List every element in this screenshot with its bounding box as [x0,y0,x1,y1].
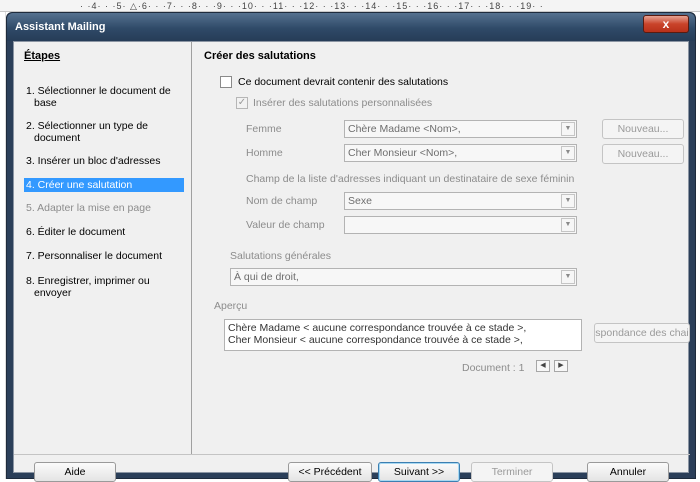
chevron-down-icon: ▼ [561,194,575,208]
window-title: Assistant Mailing [15,21,106,33]
preview-line-1: Chère Madame < aucune correspondance tro… [228,322,527,334]
salutation-panel: Créer des salutations Ce document devrai… [204,42,690,454]
step-personalize-document[interactable]: 7. Personnaliser le document [24,249,184,263]
next-document-button[interactable]: ▶ [554,360,568,372]
field-value-dropdown[interactable]: ▼ [344,216,577,234]
next-button[interactable]: Suivant >> [378,462,460,482]
previous-document-button[interactable]: ◀ [536,360,550,372]
preview-label: Aperçu [214,300,248,312]
field-caption: Champ de la liste d'adresses indiquant u… [246,173,575,185]
preview-box: Chère Madame < aucune correspondance tro… [224,319,582,351]
chevron-down-icon: ▼ [561,270,575,284]
step-label: 7. Personnaliser le document [26,250,162,262]
chevron-down-icon: ▼ [561,122,575,136]
femme-label: Femme [246,123,282,135]
steps-panel: Étapes 1. Sélectionner le document de ba… [14,42,192,454]
match-fields-button[interactable]: spondance des chai [594,323,690,343]
contains-salutations-checkbox[interactable] [220,76,232,88]
chevron-down-icon: ▼ [561,218,575,232]
field-value-label: Valeur de champ [246,219,325,231]
chevron-down-icon: ▼ [561,146,575,160]
previous-button[interactable]: << Précédent [288,462,372,482]
page-title: Créer des salutations [204,50,316,62]
femme-new-button[interactable]: Nouveau... [602,119,684,139]
step-label-line2: envoyer [34,287,72,299]
step-select-document-type[interactable]: 2. Sélectionner un type de document [24,119,184,145]
general-salutation-label: Salutations générales [230,250,331,262]
step-edit-document[interactable]: 6. Éditer le document [24,225,184,239]
step-create-salutation[interactable]: 4. Créer une salutation [24,178,184,192]
close-button[interactable]: x [643,15,689,33]
field-name-label: Nom de champ [246,195,318,207]
close-icon: x [662,17,670,31]
field-name-dropdown[interactable]: Sexe ▼ [344,192,577,210]
title-bar[interactable]: Assistant Mailing x [7,13,695,41]
step-insert-address-block[interactable]: 3. Insérer un bloc d'adresses [24,154,184,168]
homme-salutation-dropdown[interactable]: Cher Monsieur <Nom>, ▼ [344,144,577,162]
document-counter-label: Document : 1 [462,362,525,374]
step-label: 6. Éditer le document [26,226,126,238]
ruler: · ·4· · ·5· △·6· · ·7· · ·8· · ·9· · ·10… [0,0,700,12]
femme-salutation-dropdown[interactable]: Chère Madame <Nom>, ▼ [344,120,577,138]
contains-salutations-label: Ce document devrait contenir des salutat… [238,76,449,88]
step-label: 3. Insérer un bloc d'adresses [26,155,161,167]
femme-salutation-value: Chère Madame <Nom>, [348,123,461,135]
step-adjust-layout[interactable]: 5. Adapter la mise en page [24,201,184,215]
step-label: 4. Créer une salutation [26,179,133,191]
help-button[interactable]: Aide [34,462,116,482]
field-name-value: Sexe [348,195,372,207]
general-salutation-value: À qui de droit, [234,271,299,283]
cancel-button[interactable]: Annuler [587,462,669,482]
step-label-line1: 1. Sélectionner le document de [26,85,171,97]
homme-salutation-value: Cher Monsieur <Nom>, [348,147,458,159]
step-label: 5. Adapter la mise en page [26,202,151,214]
footer-separator [14,454,690,455]
personalized-salutation-label: Insérer des salutations personnalisées [253,97,433,109]
homme-new-button[interactable]: Nouveau... [602,144,684,164]
step-save-print-send[interactable]: 8. Enregistrer, imprimer ou envoyer [24,274,184,300]
chevron-left-icon: ◀ [540,362,546,369]
step-label-line2: base [34,97,57,109]
general-salutation-dropdown[interactable]: À qui de droit, ▼ [230,268,577,286]
preview-line-2: Cher Monsieur < aucune correspondance tr… [228,334,523,346]
homme-label: Homme [246,147,283,159]
step-label-line1: 2. Sélectionner un type de [26,120,149,132]
steps-heading: Étapes [24,50,61,62]
step-select-base-document[interactable]: 1. Sélectionner le document de base [24,84,184,110]
step-label-line2: document [34,132,81,144]
personalized-salutation-checkbox[interactable]: ✓ [236,97,248,109]
chevron-right-icon: ▶ [558,362,564,369]
step-label-line1: 8. Enregistrer, imprimer ou [26,275,150,287]
mailing-wizard-window: Assistant Mailing x Étapes 1. Sélectionn… [6,12,696,482]
finish-button[interactable]: Terminer [471,462,553,482]
wizard-client-area: Étapes 1. Sélectionner le document de ba… [13,41,690,482]
